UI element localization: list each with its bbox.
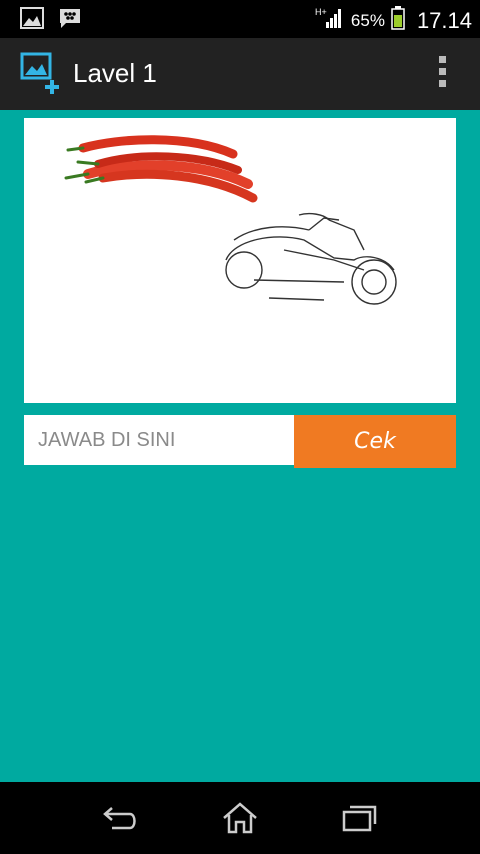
overflow-menu-icon[interactable] bbox=[436, 56, 448, 92]
chili-picture bbox=[64, 135, 258, 203]
network-type: H+ bbox=[315, 7, 327, 17]
recent-apps-icon[interactable] bbox=[340, 800, 380, 836]
back-icon[interactable] bbox=[100, 800, 140, 836]
action-bar: Lavel 1 bbox=[0, 38, 480, 112]
home-icon[interactable] bbox=[220, 800, 260, 836]
gallery-icon bbox=[20, 7, 44, 34]
status-bar: H+ 65% 17.14 bbox=[0, 0, 480, 38]
add-image-icon[interactable] bbox=[20, 52, 66, 101]
page-title: Lavel 1 bbox=[73, 58, 157, 88]
puzzle-image bbox=[24, 118, 456, 403]
answer-input[interactable] bbox=[24, 415, 294, 465]
battery-icon bbox=[391, 6, 405, 35]
clock: 17.14 bbox=[416, 7, 472, 33]
navigation-bar bbox=[0, 782, 480, 854]
quiz-area: Cek bbox=[0, 110, 480, 782]
scooter-picture bbox=[225, 212, 397, 305]
check-button[interactable]: Cek bbox=[294, 415, 456, 468]
signal-icon: H+ bbox=[315, 6, 345, 35]
answer-row: Cek bbox=[24, 415, 456, 468]
battery-percent: 65% bbox=[350, 10, 385, 30]
bbm-icon bbox=[58, 7, 82, 34]
